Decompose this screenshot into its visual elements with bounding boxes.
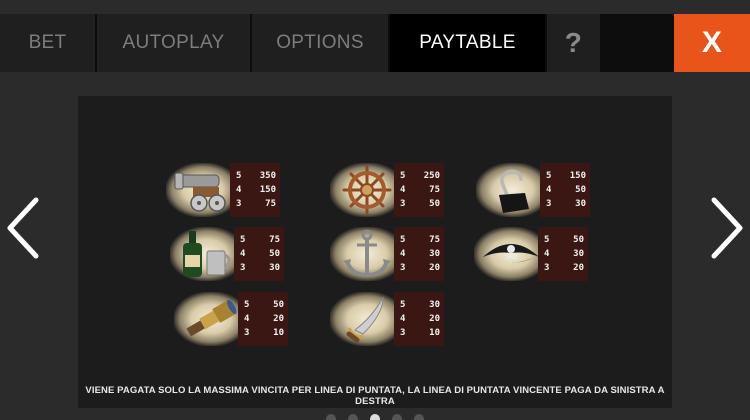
close-button[interactable]: X — [674, 14, 750, 72]
paytable-entry-anchor: 5 75 4 30 3 20 — [330, 227, 480, 281]
top-menu-bar: BET AUTOPLAY OPTIONS PAYTABLE ? X — [0, 14, 750, 72]
help-button[interactable]: ? — [547, 14, 602, 72]
spyglass-icon — [174, 292, 248, 346]
payout-table: 5 75 4 30 3 20 — [394, 227, 444, 281]
page-dot[interactable] — [326, 414, 336, 420]
hook-icon — [476, 163, 550, 217]
page-indicator — [0, 414, 750, 420]
paytable-entry-pirate-hat: 5 50 4 30 3 20 — [474, 227, 624, 281]
tab-options[interactable]: OPTIONS — [252, 14, 390, 72]
paytable-entry-rum-bottle: 5 75 4 50 3 30 — [170, 227, 320, 281]
pirate-hat-icon — [474, 227, 548, 281]
tab-bet[interactable]: BET — [0, 14, 97, 72]
paytable-entry-cannon: 5 350 4 150 3 75 — [166, 163, 316, 217]
payout-table: 5 30 4 20 3 10 — [394, 292, 444, 346]
cannon-icon — [166, 163, 240, 217]
payout-table: 5 250 4 75 3 50 — [394, 163, 444, 217]
previous-page-arrow-icon[interactable] — [2, 196, 46, 260]
page-dot[interactable] — [414, 414, 424, 420]
tab-paytable[interactable]: PAYTABLE — [390, 14, 547, 72]
paytable-entry-spyglass: 5 50 4 20 3 10 — [174, 292, 324, 346]
payout-table: 5 50 4 20 3 10 — [238, 292, 288, 346]
page-dot-active[interactable] — [370, 414, 380, 420]
payout-table: 5 150 4 50 3 30 — [540, 163, 590, 217]
page-dot[interactable] — [392, 414, 402, 420]
page-dot[interactable] — [348, 414, 358, 420]
paytable-rules-note: VIENE PAGATA SOLO LA MASSIMA VINCITA PER… — [85, 385, 665, 407]
menu-spacer — [602, 14, 674, 72]
next-page-arrow-icon[interactable] — [704, 196, 748, 260]
paytable-entry-hook: 5 150 4 50 3 30 — [476, 163, 626, 217]
cutlass-icon — [330, 292, 404, 346]
payout-table: 5 50 4 30 3 20 — [538, 227, 588, 281]
rum-bottle-icon — [170, 227, 244, 281]
paytable-entry-ship-wheel: 5 250 4 75 3 50 — [330, 163, 480, 217]
payout-table: 5 350 4 150 3 75 — [230, 163, 280, 217]
payout-table: 5 75 4 50 3 30 — [234, 227, 284, 281]
paytable-entry-cutlass: 5 30 4 20 3 10 — [330, 292, 480, 346]
tab-autoplay[interactable]: AUTOPLAY — [97, 14, 252, 72]
anchor-icon — [330, 227, 404, 281]
ship-wheel-icon — [330, 163, 404, 217]
